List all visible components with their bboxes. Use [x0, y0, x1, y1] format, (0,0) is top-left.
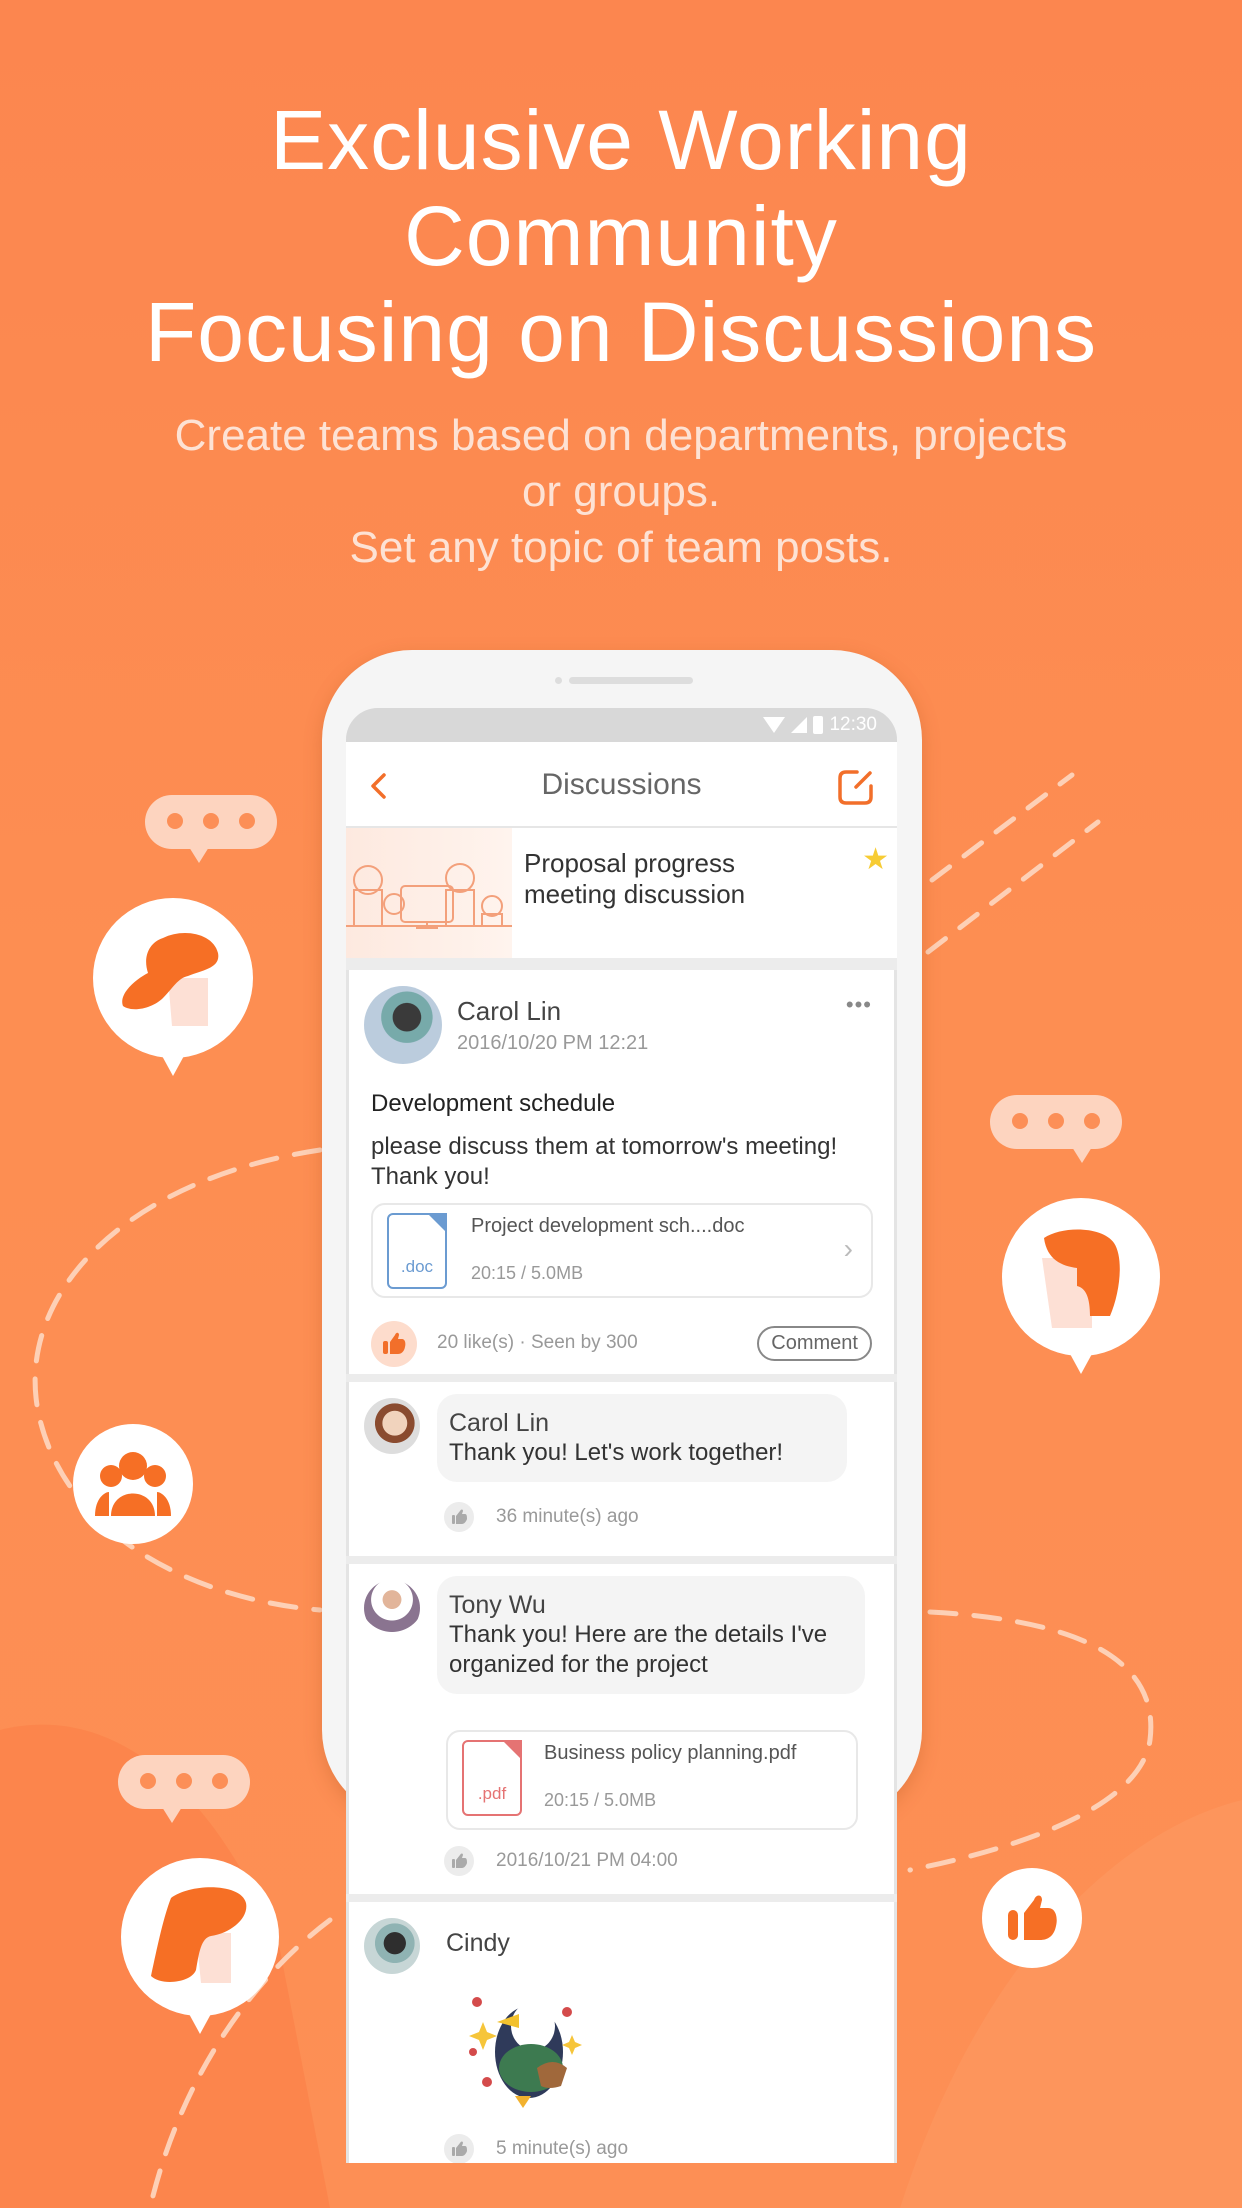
cell-signal-icon — [791, 717, 808, 733]
post-card: Carol Lin 2016/10/20 PM 12:21 ••• Develo… — [346, 970, 897, 1374]
comment-item: Carol Lin Thank you! Let's work together… — [346, 1382, 897, 1556]
avatar[interactable] — [364, 1580, 420, 1636]
thumbs-up-icon — [452, 2141, 467, 2156]
dashed-path-right-upper-1 — [929, 772, 1075, 883]
topic-illustration — [346, 828, 512, 958]
phone-camera — [555, 677, 562, 684]
like-button[interactable] — [444, 1846, 474, 1876]
doc-file-icon: .doc — [387, 1213, 447, 1289]
star-icon[interactable]: ★ — [862, 842, 889, 877]
post-author: Carol Lin — [457, 996, 562, 1026]
file-extension: .pdf — [477, 1784, 507, 1803]
subheadline-line: Create teams based on departments, proje… — [174, 411, 1068, 460]
page-title: Discussions — [541, 768, 702, 801]
user-avatar-bubble-icon — [1002, 1198, 1160, 1374]
topic-banner[interactable]: Proposal progress meeting discussion ★ — [346, 828, 897, 958]
user-avatar-bubble-icon — [121, 1858, 279, 2034]
file-meta: 20:15 / 5.0MB — [471, 1263, 584, 1283]
chevron-right-icon: › — [843, 1233, 853, 1264]
wifi-icon — [763, 717, 786, 733]
post-body: please discuss them at tomorrow's meetin… — [371, 1133, 838, 1190]
typing-bubble-icon — [145, 795, 277, 863]
post-subject: Development schedule — [371, 1090, 616, 1117]
comment-text: Thank you! Here are the details I've org… — [449, 1621, 828, 1678]
thumbs-up-icon — [383, 1332, 406, 1354]
comment-author: Tony Wu — [449, 1591, 546, 1619]
like-button[interactable] — [371, 1321, 417, 1367]
comment-time: 36 minute(s) ago — [496, 1506, 639, 1527]
thumbs-up-icon — [452, 1853, 467, 1868]
avatar[interactable] — [364, 1918, 420, 1974]
status-time: 12:30 — [829, 714, 877, 735]
thumbs-up-icon — [452, 1509, 467, 1524]
comment-bubble: Tony Wu Thank you! Here are the details … — [437, 1576, 865, 1694]
attachment-card[interactable]: .pdf Business policy planning.pdf 20:15 … — [446, 1730, 858, 1830]
thumbs-up-icon — [982, 1868, 1082, 1968]
post-timestamp: 2016/10/20 PM 12:21 — [457, 1032, 649, 1054]
comment-author: Cindy — [446, 1929, 510, 1957]
file-meta: 20:15 / 5.0MB — [544, 1790, 657, 1810]
comment-time: 2016/10/21 PM 04:00 — [496, 1850, 678, 1871]
avatar[interactable] — [364, 986, 442, 1064]
subheadline-line: or groups. — [521, 467, 721, 516]
file-name: Project development sch....doc — [471, 1215, 745, 1237]
background-wave-right — [900, 1800, 1242, 2208]
headline-line: Community — [404, 189, 838, 283]
subheadline: Create teams based on departments, proje… — [0, 408, 1242, 576]
phone-speaker — [569, 677, 693, 684]
comment-bubble: Carol Lin Thank you! Let's work together… — [437, 1394, 847, 1482]
avatar[interactable] — [364, 1398, 420, 1454]
attachment-card[interactable]: .doc Project development sch....doc 20:1… — [371, 1203, 873, 1298]
topic-title: Proposal progress meeting discussion — [524, 848, 746, 909]
comment-text: Thank you! Let's work together! — [449, 1439, 784, 1466]
subheadline-line: Set any topic of team posts. — [349, 523, 893, 572]
comment-time: 5 minute(s) ago — [496, 2138, 629, 2159]
penguin-sticker — [469, 1997, 582, 2108]
like-button[interactable] — [444, 2134, 474, 2163]
nav-bar: Discussions — [346, 742, 897, 828]
file-name: Business policy planning.pdf — [544, 1742, 797, 1764]
team-group-icon — [73, 1424, 193, 1544]
user-avatar-bubble-icon — [93, 898, 253, 1076]
post-stats: 20 like(s) · Seen by 300 — [437, 1332, 638, 1353]
headline: Exclusive Working Community Focusing on … — [0, 92, 1242, 380]
comment-author: Carol Lin — [449, 1409, 550, 1437]
headline-line: Exclusive Working — [270, 93, 972, 187]
comment-item: Cindy 5 minute(s) ago — [346, 1902, 897, 2163]
more-options-icon[interactable]: ••• — [846, 992, 872, 1018]
headline-line: Focusing on Discussions — [144, 285, 1098, 379]
pdf-file-icon: .pdf — [462, 1740, 522, 1816]
typing-bubble-icon — [990, 1095, 1122, 1163]
dashed-path-right-upper-2 — [925, 819, 1101, 955]
phone-screen: 12:30 Discussions Proposal progress meet… — [346, 708, 897, 2163]
compose-icon[interactable] — [837, 768, 875, 806]
file-extension: .doc — [400, 1257, 434, 1276]
like-button[interactable] — [444, 1502, 474, 1532]
status-bar: 12:30 — [346, 708, 897, 742]
battery-icon — [813, 716, 824, 734]
typing-bubble-icon — [118, 1755, 250, 1823]
comment-item: Tony Wu Thank you! Here are the details … — [346, 1564, 897, 1894]
dashed-path-right — [907, 1609, 1154, 1873]
comment-button[interactable]: Comment — [757, 1326, 872, 1361]
